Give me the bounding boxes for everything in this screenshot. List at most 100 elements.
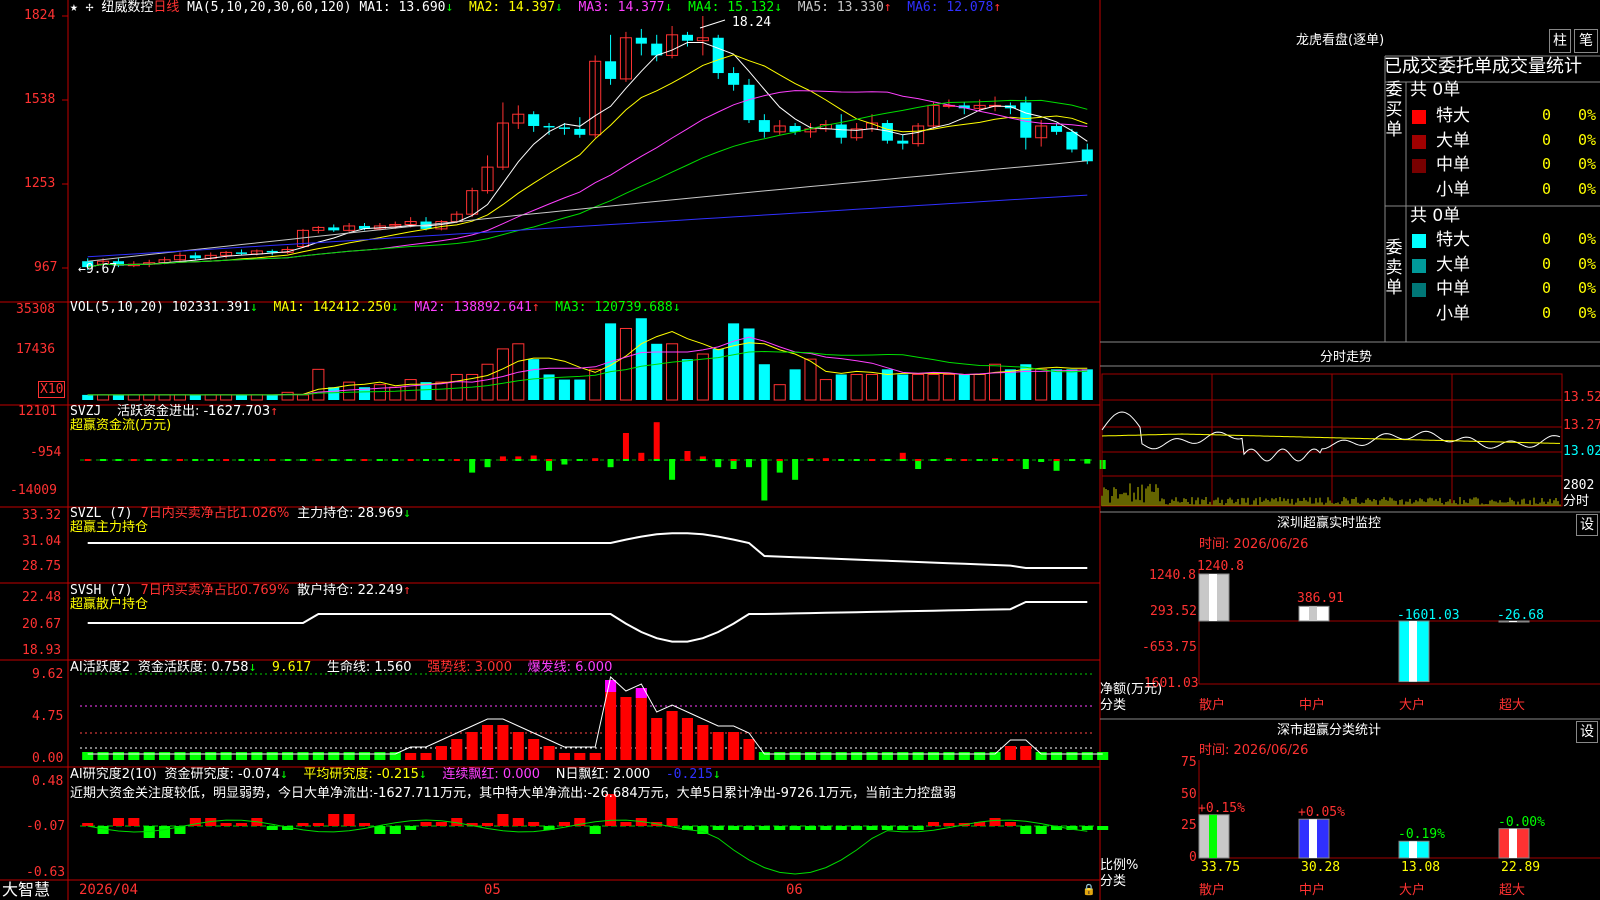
ai2-avg-line bbox=[88, 820, 1088, 874]
svzj-dot bbox=[192, 459, 198, 461]
sz-bar-highlight bbox=[1309, 606, 1317, 621]
vol-bar-up bbox=[174, 395, 185, 400]
buy-row-name: 小单 bbox=[1436, 180, 1470, 200]
ai1-bar bbox=[636, 690, 647, 760]
ai1-bar bbox=[159, 752, 170, 760]
ai1-tick: 0.00 bbox=[32, 751, 63, 766]
low-price-mark: ←9.67 bbox=[78, 262, 117, 277]
ai2-bar bbox=[990, 818, 1001, 826]
vol-bar-up bbox=[913, 374, 924, 400]
szc-value-label: 22.89 bbox=[1501, 860, 1540, 875]
ai1-bar bbox=[728, 732, 739, 760]
szc-bar-highlight bbox=[1309, 819, 1317, 858]
svzj-dot bbox=[577, 459, 583, 461]
stock-name[interactable]: 纽威数控 bbox=[101, 0, 153, 15]
sell-color-swatch bbox=[1412, 259, 1426, 273]
vol-bar-down bbox=[559, 380, 570, 400]
svzj-bar bbox=[623, 433, 629, 460]
ai1-bar bbox=[713, 732, 724, 760]
svzj-dot bbox=[285, 459, 291, 461]
pen-mode-button[interactable]: 笔 bbox=[1574, 29, 1598, 53]
svzj-dot bbox=[485, 459, 491, 461]
ai2-bar bbox=[328, 814, 339, 826]
vol-bar-up bbox=[221, 395, 232, 400]
ai2-bar bbox=[943, 823, 954, 826]
ai1-bar bbox=[528, 739, 539, 760]
sell-row-count: 0 bbox=[1542, 257, 1551, 272]
ai2-bar bbox=[836, 826, 847, 830]
ai1-bar bbox=[344, 752, 355, 760]
svzj-dot bbox=[684, 459, 690, 461]
ai1-bar bbox=[974, 752, 985, 760]
vol-bar-up bbox=[374, 385, 385, 400]
vol-bar-up bbox=[697, 354, 708, 400]
ai1-bar bbox=[897, 752, 908, 760]
ai2-bar bbox=[98, 826, 109, 834]
vol-unit-badge[interactable]: X10 bbox=[38, 381, 65, 398]
ai1-bar bbox=[82, 752, 93, 760]
ma1-value: MA1: 13.690 bbox=[359, 0, 445, 15]
ai1-bar bbox=[98, 752, 109, 760]
svzj-sub: 超赢资金流(万元) bbox=[70, 418, 171, 434]
vol-bar-up bbox=[974, 374, 985, 400]
buy-row-name: 中单 bbox=[1436, 155, 1470, 175]
svzj-tick: -14009 bbox=[10, 483, 57, 498]
sz-class-time: 时间: 2026/06/26 bbox=[1199, 743, 1308, 758]
kline-chart-area[interactable] bbox=[0, 0, 1600, 900]
ai2-bar bbox=[405, 826, 416, 830]
ma6-value: MA6: 12.078 bbox=[907, 0, 993, 15]
szc-change-label: +0.05% bbox=[1298, 805, 1345, 820]
ma1-line bbox=[88, 43, 1088, 268]
vol-bar-up bbox=[297, 395, 308, 400]
svzj-dot bbox=[392, 459, 398, 461]
date-axis-06: 06 bbox=[786, 883, 803, 898]
svzj-bar bbox=[608, 460, 614, 467]
vol-bar-up bbox=[943, 374, 954, 400]
ai2-bar bbox=[1097, 826, 1108, 830]
ai1-bar bbox=[328, 752, 339, 760]
vol-bar-up bbox=[866, 374, 877, 400]
ai1-bar bbox=[467, 732, 478, 760]
date-axis-start: 2026/04 bbox=[79, 883, 138, 898]
ai2-bar bbox=[267, 826, 278, 830]
ai1-bar bbox=[1097, 752, 1108, 760]
vol-bar-up bbox=[990, 364, 1001, 400]
svzj-dot bbox=[761, 459, 767, 461]
svzj-dot bbox=[915, 459, 921, 461]
ai1-bar bbox=[682, 718, 693, 760]
sz-class-settings-button[interactable]: 设 bbox=[1576, 721, 1598, 743]
svzj-dot bbox=[269, 459, 275, 461]
svsh-line bbox=[88, 602, 1088, 642]
period-label[interactable]: 日线 bbox=[153, 0, 179, 15]
ai1-burst-bar bbox=[605, 680, 616, 692]
svzj-dot bbox=[300, 459, 306, 461]
ai1-bar bbox=[805, 752, 816, 760]
ai1-bar bbox=[820, 752, 831, 760]
ai1-bar bbox=[651, 718, 662, 760]
sz-tick: 293.52 bbox=[1150, 604, 1197, 619]
bar-mode-button[interactable]: 柱 bbox=[1549, 29, 1571, 53]
ma3-line bbox=[88, 91, 1088, 268]
svzj-dot bbox=[362, 459, 368, 461]
ai1-bar bbox=[513, 732, 524, 760]
sz-value-label: 386.91 bbox=[1297, 591, 1344, 606]
ai2-bar bbox=[928, 822, 939, 826]
svzj-dot bbox=[977, 459, 983, 461]
svzj-header: SVZJ 活跃资金进出: -1627.703↑, bbox=[70, 404, 870, 420]
szc-change-label: -0.19% bbox=[1398, 827, 1445, 842]
sz-monitor-settings-button[interactable]: 设 bbox=[1576, 514, 1598, 536]
szc-tick: 0 bbox=[1189, 850, 1197, 865]
lock-icon[interactable]: 🔒 bbox=[1082, 882, 1096, 897]
vol-bar-up bbox=[128, 395, 139, 400]
sz-category-label: 散户 bbox=[1199, 698, 1225, 713]
vol-bar-up bbox=[774, 385, 785, 400]
szc-change-label: +0.15% bbox=[1198, 801, 1245, 816]
ai2-bar bbox=[1082, 826, 1093, 830]
candle-down bbox=[1051, 126, 1062, 132]
svzl-header: SVZL (7) 7日内买卖净占比1.026% 主力持仓: 28.969↓, bbox=[70, 506, 870, 522]
svzj-dot bbox=[669, 459, 675, 461]
sz-category-label: 中户 bbox=[1299, 698, 1325, 713]
sz-category-label: 超大 bbox=[1499, 698, 1525, 713]
brand-logo[interactable]: 大智慧 bbox=[2, 880, 50, 900]
svzj-dot bbox=[438, 459, 444, 461]
